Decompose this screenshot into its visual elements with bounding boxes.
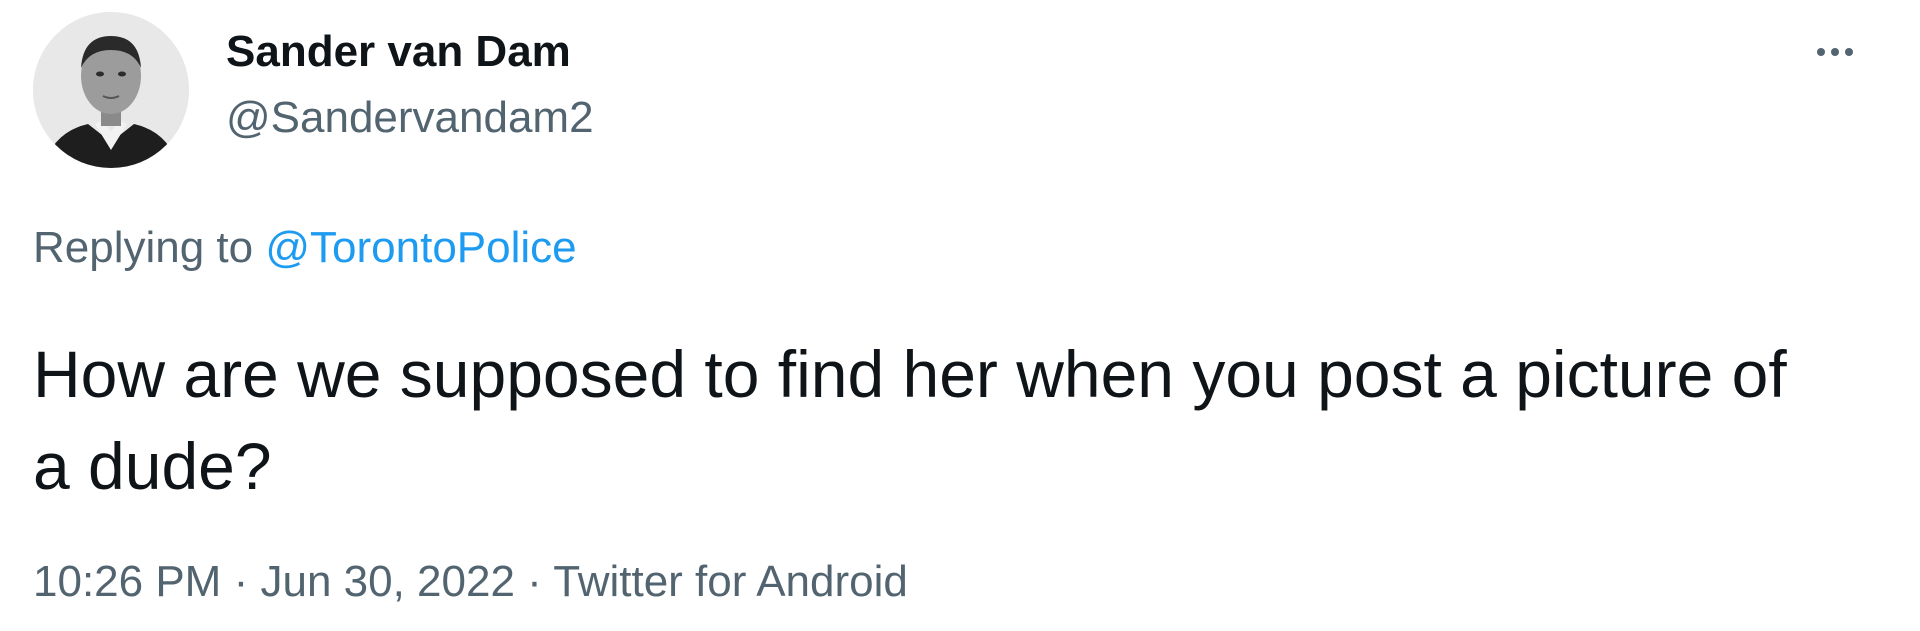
replying-to-label: Replying to — [33, 223, 254, 272]
more-horizontal-icon — [1817, 48, 1853, 56]
avatar[interactable] — [33, 12, 189, 168]
meta-separator: · — [527, 557, 542, 606]
tweet-text: How are we supposed to find her when you… — [33, 337, 1787, 503]
tweet-date[interactable]: Jun 30, 2022 — [260, 557, 514, 606]
tweet-meta: 10:26 PM · Jun 30, 2022 · Twitter for An… — [33, 556, 908, 608]
author-handle[interactable]: @Sandervandam2 — [226, 92, 594, 144]
more-options-button[interactable] — [1800, 24, 1870, 80]
tweet-source[interactable]: Twitter for Android — [553, 557, 908, 606]
author-display-name[interactable]: Sander van Dam — [226, 26, 571, 78]
meta-separator: · — [233, 557, 249, 606]
profile-photo-icon — [33, 12, 189, 168]
tweet-time[interactable]: 10:26 PM — [33, 557, 221, 606]
reply-target-link[interactable]: @TorontoPolice — [265, 223, 576, 272]
tweet-card: Sander van Dam @Sandervandam2 Replying t… — [0, 0, 1920, 631]
replying-to-line: Replying to @TorontoPolice — [33, 222, 577, 274]
